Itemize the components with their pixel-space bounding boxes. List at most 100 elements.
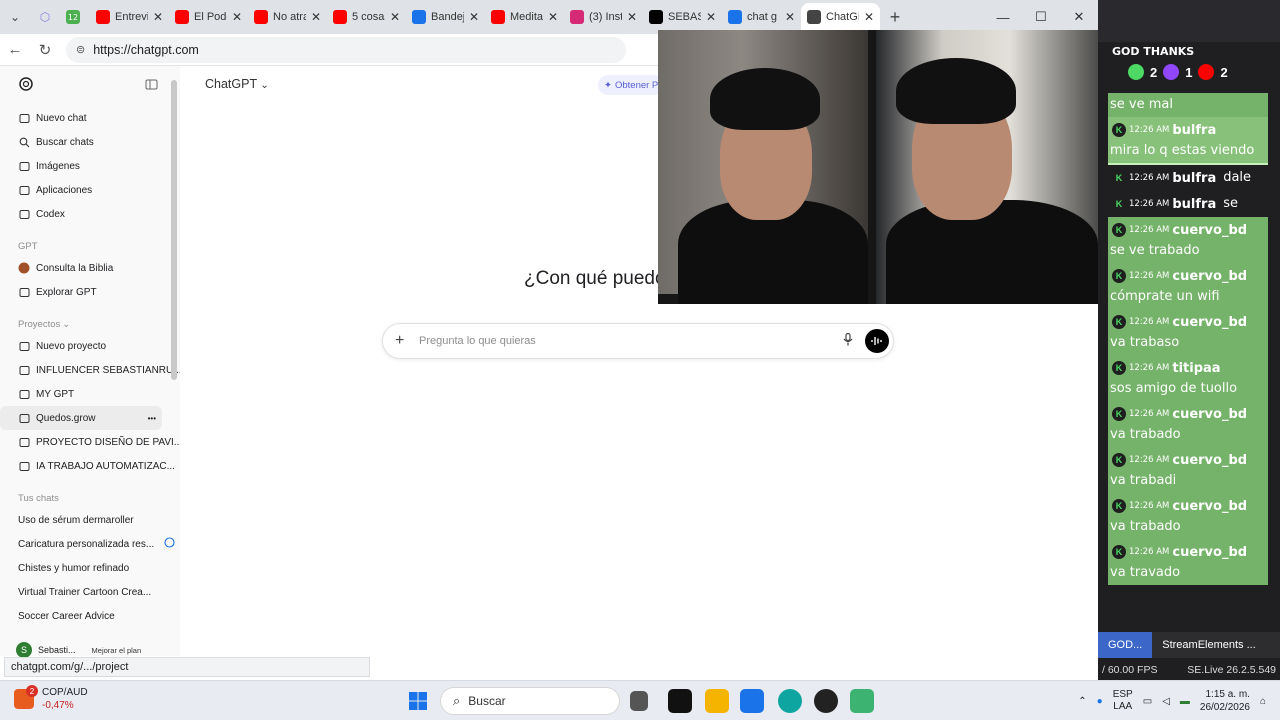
sidebar-item[interactable]: IA TRABAJO AUTOMATIZAC... xyxy=(0,454,180,478)
dock-tab-bar: GOD... StreamElements ... xyxy=(1098,632,1280,658)
sidebar-item[interactable]: Quedos.grow ••• xyxy=(0,406,162,430)
browser-tab[interactable]: 12 xyxy=(60,3,90,31)
lang-line1: ESP xyxy=(1112,689,1133,700)
browser-tab[interactable]: El Pode ✕ xyxy=(169,3,248,31)
sidebar-item[interactable]: Nuevo chat xyxy=(0,106,180,130)
obs-icon[interactable] xyxy=(814,689,838,713)
microphone-icon[interactable] xyxy=(837,332,859,349)
store-icon[interactable] xyxy=(740,689,764,713)
chevron-up-icon[interactable]: ⌃ xyxy=(1078,696,1086,707)
microphone-tray-icon[interactable]: ● xyxy=(1097,696,1103,707)
browser-tab[interactable]: SEBAS ✕ xyxy=(643,3,722,31)
chat-history-item[interactable]: Soccer Career Advice xyxy=(0,604,180,628)
new-tab-button[interactable]: + xyxy=(880,7,910,28)
tab-list-button[interactable]: ⌄ xyxy=(0,4,30,30)
get-plus-button[interactable]: ✦ Obtener P xyxy=(598,75,665,95)
message-time: 12:26 AM xyxy=(1129,363,1170,373)
close-tab-icon[interactable]: ✕ xyxy=(864,10,874,24)
projects-section-label[interactable]: Proyectos ⌄ xyxy=(0,304,180,334)
dock-tab-streamelements[interactable]: StreamElements ... xyxy=(1152,639,1256,651)
openai-icon xyxy=(807,10,821,24)
message-user: cuervo_bd xyxy=(1172,452,1248,468)
add-attachment-icon[interactable]: + xyxy=(395,332,415,350)
sidebar-item[interactable]: INFLUENCER SEBASTIANRU... xyxy=(0,358,180,382)
message-user: titipaa xyxy=(1172,360,1221,376)
browser-tab[interactable]: ChatGI ✕ xyxy=(801,3,880,31)
task-view-icon[interactable] xyxy=(630,691,648,711)
maximize-icon[interactable]: ☐ xyxy=(1022,0,1060,34)
sidebar-item[interactable]: PROYECTO DISEÑO DE PAVI... xyxy=(0,430,180,454)
browser-tab[interactable]: No atra ✕ xyxy=(248,3,327,31)
edit-icon xyxy=(18,112,30,124)
sidebar-item[interactable]: MY GPT xyxy=(0,382,180,406)
kick-icon: K xyxy=(1112,407,1126,421)
sidebar-item[interactable]: Consulta la Biblia xyxy=(0,256,180,280)
browser-tab[interactable]: Bandej ✕ xyxy=(406,3,485,31)
model-selector[interactable]: ChatGPT ⌄ xyxy=(205,77,269,91)
message-text: va travado xyxy=(1110,565,1181,580)
clock[interactable]: 1:15 a. m. 26/02/2026 xyxy=(1200,688,1250,714)
ticker-widget[interactable]: 2 COP/AUD -0,47% xyxy=(14,685,88,712)
dock-tab-god[interactable]: GOD... xyxy=(1098,632,1153,658)
upgrade-button[interactable]: Mejorar el plan xyxy=(92,646,142,655)
prompt-input[interactable]: Pregunta lo que quieras xyxy=(419,335,837,347)
close-tab-icon[interactable]: ✕ xyxy=(469,10,479,24)
sidebar-item[interactable]: Imágenes xyxy=(0,154,180,178)
chat-history-item[interactable]: Uso de sérum dermaroller xyxy=(0,508,180,532)
browser-tab[interactable]: chat g ✕ xyxy=(722,3,801,31)
status-url-tooltip: chatgpt.com/g/.../project xyxy=(4,657,370,677)
app-icon-green[interactable] xyxy=(850,689,874,713)
close-window-icon[interactable]: ✕ xyxy=(1060,0,1098,34)
sidebar-toggle-icon[interactable] xyxy=(145,78,158,91)
close-tab-icon[interactable]: ✕ xyxy=(785,10,795,24)
image-icon xyxy=(18,160,30,172)
browser-tab[interactable]: 5 cosas ✕ xyxy=(327,3,406,31)
browser-tab[interactable]: (3) Inst ✕ xyxy=(564,3,643,31)
network-icon[interactable]: ▭ xyxy=(1143,696,1152,707)
windows-start-icon[interactable] xyxy=(408,691,428,711)
voice-mode-button[interactable] xyxy=(865,329,889,353)
volume-icon[interactable]: ◁ xyxy=(1162,696,1170,707)
close-tab-icon[interactable]: ✕ xyxy=(232,10,242,24)
sidebar-item[interactable]: Codex xyxy=(0,202,180,226)
close-tab-icon[interactable]: ✕ xyxy=(627,10,637,24)
browser-tab[interactable]: Entrevi ✕ xyxy=(90,3,169,31)
close-tab-icon[interactable]: ✕ xyxy=(390,10,400,24)
minimize-icon[interactable]: — xyxy=(984,0,1022,34)
site-info-icon[interactable]: ⊜ xyxy=(76,43,85,56)
sidebar-item[interactable]: Explorar GPT xyxy=(0,280,180,304)
openai-logo-icon[interactable] xyxy=(18,76,34,92)
more-options-icon[interactable]: ••• xyxy=(148,414,156,423)
close-tab-icon[interactable]: ✕ xyxy=(311,10,321,24)
sidebar-item[interactable]: Aplicaciones xyxy=(0,178,180,202)
reload-icon[interactable]: ↻ xyxy=(30,41,60,59)
message-header: K 12:26 AM bulfra xyxy=(1110,119,1266,141)
sidebar-item[interactable]: Buscar chats xyxy=(0,130,180,154)
composer: + Pregunta lo que quieras xyxy=(382,323,894,359)
taskbar-search[interactable]: ⌕ Buscar xyxy=(440,687,620,715)
sidebar-scrollbar[interactable] xyxy=(171,80,177,380)
tab-group-button[interactable]: ⬡ xyxy=(30,4,60,30)
browser-tab[interactable]: Medita ✕ xyxy=(485,3,564,31)
chat-history-item[interactable]: Caricatura personalizada res... xyxy=(0,532,180,556)
file-explorer-icon[interactable] xyxy=(705,689,729,713)
chat-history-item[interactable]: Chistes y humor refinado xyxy=(0,556,180,580)
tab-title: Medita xyxy=(510,11,543,23)
app-icon-red[interactable] xyxy=(668,689,692,713)
edge-browser-icon[interactable] xyxy=(778,689,802,713)
back-icon[interactable]: ← xyxy=(0,41,30,58)
sidebar-item[interactable]: Nuevo proyecto xyxy=(0,334,180,358)
avatar: S xyxy=(16,642,32,658)
sidebar-item-content: Imágenes xyxy=(18,160,80,172)
close-tab-icon[interactable]: ✕ xyxy=(548,10,558,24)
kick-icon: K xyxy=(1112,171,1126,185)
chat-title: Chistes y humor refinado xyxy=(18,562,130,574)
notifications-icon[interactable]: ⌂ xyxy=(1260,696,1266,707)
kick-icon xyxy=(1128,64,1144,80)
close-tab-icon[interactable]: ✕ xyxy=(153,10,163,24)
account-row[interactable]: S Sebasti... Mejorar el plan xyxy=(16,642,141,658)
chat-history-item[interactable]: Virtual Trainer Cartoon Crea... xyxy=(0,580,180,604)
url-field[interactable]: ⊜ https://chatgpt.com xyxy=(66,36,626,63)
battery-icon[interactable]: ▬ xyxy=(1180,696,1190,707)
close-tab-icon[interactable]: ✕ xyxy=(706,10,716,24)
